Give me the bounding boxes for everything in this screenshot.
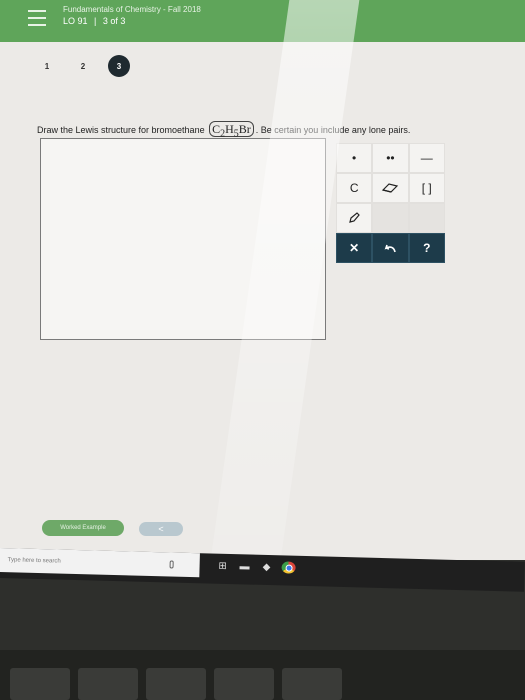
file-explorer-icon[interactable]: ▬ bbox=[237, 560, 251, 572]
question-prefix: Draw the Lewis structure for bromoethane bbox=[37, 125, 205, 135]
worked-example-button[interactable]: Worked Example bbox=[42, 520, 124, 536]
question-suffix: . Be certain you include any lone pairs. bbox=[255, 125, 411, 135]
step-1[interactable]: 1 bbox=[36, 55, 58, 77]
header-bar: Fundamentals of Chemistry - Fall 2018 LO… bbox=[0, 0, 525, 42]
help-button[interactable]: ? bbox=[408, 233, 445, 263]
lo-separator: | bbox=[94, 16, 97, 26]
single-electron-tool[interactable]: • bbox=[336, 143, 373, 173]
mic-icon[interactable] bbox=[169, 560, 174, 569]
keyboard-key bbox=[10, 668, 70, 700]
keyboard-key bbox=[146, 668, 206, 700]
question-text: Draw the Lewis structure for bromoethane… bbox=[37, 121, 411, 139]
step-3[interactable]: 3 bbox=[108, 55, 130, 77]
bond-tool[interactable]: — bbox=[408, 143, 445, 173]
screen: Fundamentals of Chemistry - Fall 2018 LO… bbox=[0, 0, 525, 560]
undo-icon[interactable] bbox=[372, 233, 409, 263]
prev-button[interactable]: < bbox=[139, 522, 183, 536]
carbon-atom-tool[interactable]: C bbox=[336, 173, 373, 203]
lone-pair-tool[interactable]: •• bbox=[372, 143, 409, 173]
bracket-tool[interactable]: [ ] bbox=[408, 173, 445, 203]
step-2[interactable]: 2 bbox=[72, 55, 94, 77]
drawing-canvas[interactable] bbox=[40, 138, 326, 340]
empty-slot bbox=[408, 203, 445, 233]
pencil-icon[interactable] bbox=[336, 203, 373, 233]
empty-slot bbox=[372, 203, 409, 233]
eraser-icon[interactable] bbox=[372, 173, 409, 203]
clear-button[interactable]: ✕ bbox=[336, 233, 373, 263]
lo-label: LO 91 bbox=[63, 16, 88, 26]
question-formula: C2H5Br bbox=[209, 121, 254, 139]
lo-indicator: LO 91 | 3 of 3 bbox=[63, 16, 125, 26]
lo-progress: 3 of 3 bbox=[102, 16, 126, 26]
tool-palette: • •• — C [ ] ✕ ? bbox=[336, 143, 446, 263]
search-placeholder: Type here to search bbox=[7, 557, 61, 565]
task-view-icon[interactable]: ⊞ bbox=[215, 560, 229, 572]
store-icon[interactable]: ◆ bbox=[259, 561, 273, 573]
step-nav: 1 2 3 bbox=[36, 55, 130, 77]
course-title: Fundamentals of Chemistry - Fall 2018 bbox=[63, 5, 201, 14]
keyboard-key bbox=[214, 668, 274, 700]
keyboard-key bbox=[282, 668, 342, 700]
keyboard-key bbox=[78, 668, 138, 700]
hamburger-icon[interactable] bbox=[28, 10, 46, 26]
taskbar-search[interactable]: Type here to search bbox=[0, 548, 200, 578]
chrome-icon[interactable] bbox=[281, 561, 296, 574]
